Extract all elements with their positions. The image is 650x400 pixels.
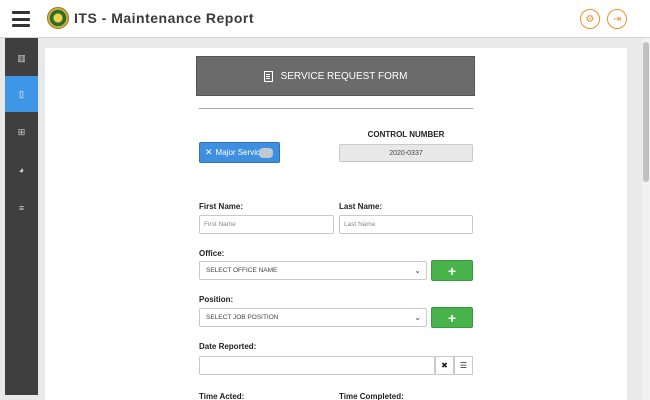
file-icon[interactable]: ▯ (5, 76, 38, 112)
divider (199, 108, 473, 109)
office-select[interactable]: SELECT OFFICE NAME ⌄ (199, 261, 427, 280)
sidebar: ▥ ▯ ⊞ ◕ ≡ (5, 38, 38, 395)
position-select-value: SELECT JOB POSITION (206, 314, 279, 321)
control-number-field: 2020-0337 (339, 144, 473, 162)
form-title: SERVICE REQUEST FORM (280, 70, 408, 82)
office-select-value: SELECT OFFICE NAME (206, 267, 278, 274)
major-service-label: Major Service (215, 148, 265, 157)
seal-logo (47, 7, 69, 29)
calendar-icon[interactable]: ☰ (454, 356, 473, 375)
toggle-switch[interactable] (259, 148, 273, 158)
tools-icon: ✕ (205, 147, 213, 157)
position-select[interactable]: SELECT JOB POSITION ⌄ (199, 308, 427, 327)
database-icon[interactable]: ≡ (5, 190, 38, 226)
control-number-label: CONTROL NUMBER (367, 130, 445, 139)
last-name-input[interactable] (339, 215, 473, 234)
gear-icon[interactable]: ⚙ (580, 9, 600, 29)
last-name-label: Last Name: (339, 202, 383, 211)
hamburger-icon[interactable] (12, 11, 30, 27)
clear-date-button[interactable]: ✖ (435, 356, 454, 375)
page-scrollbar[interactable] (642, 38, 650, 400)
scrollbar-thumb[interactable] (643, 42, 649, 182)
major-service-toggle-button[interactable]: ✕ Major Service (199, 142, 280, 163)
position-label: Position: (199, 295, 234, 304)
add-office-button[interactable]: + (431, 260, 473, 281)
office-label: Office: (199, 249, 225, 258)
first-name-label: First Name: (199, 202, 244, 211)
add-position-button[interactable]: + (431, 307, 473, 328)
main-card (45, 48, 627, 400)
top-bar: ITS - Maintenance Report ⚙ ⇥ (0, 0, 650, 38)
logout-icon[interactable]: ⇥ (607, 9, 627, 29)
table-icon[interactable]: ⊞ (5, 114, 38, 150)
chevron-down-icon: ⌄ (414, 313, 421, 322)
time-completed-label: Time Completed: (339, 392, 404, 400)
chart-icon[interactable]: ▥ (5, 40, 38, 76)
pie-chart-icon[interactable]: ◕ (5, 152, 38, 188)
chevron-down-icon: ⌄ (414, 266, 421, 275)
time-acted-label: Time Acted: (199, 392, 245, 400)
app-title: ITS - Maintenance Report (74, 10, 255, 26)
form-header: SERVICE REQUEST FORM (196, 56, 475, 96)
date-reported-input[interactable] (199, 356, 435, 375)
first-name-input[interactable] (199, 215, 334, 234)
document-icon (263, 70, 273, 82)
date-reported-label: Date Reported: (199, 342, 257, 351)
